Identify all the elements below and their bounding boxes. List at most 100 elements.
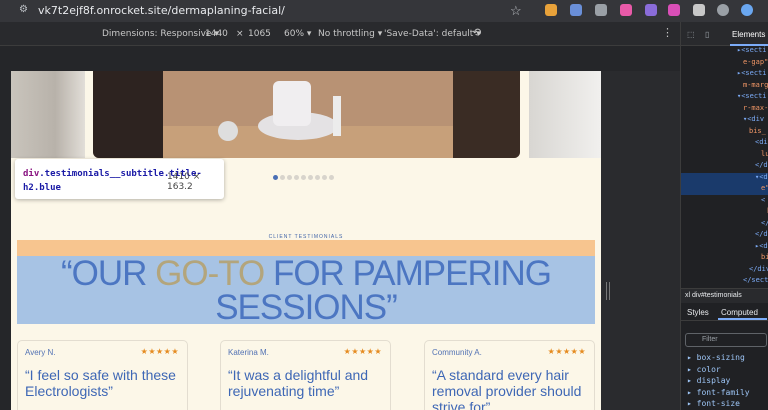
dom-node-line[interactable]: b bbox=[681, 207, 768, 218]
selector-tag: div bbox=[23, 169, 40, 179]
dom-node-line[interactable]: e" bbox=[681, 184, 768, 195]
resize-handle[interactable] bbox=[606, 282, 610, 300]
testimonial-card: Avery N. ★★★★★ “I feel so safe with thes… bbox=[17, 340, 188, 410]
inspect-tooltip: div.testimonials__subtitle.title-h2.blue… bbox=[15, 159, 224, 199]
testimonial-quote: “I feel so safe with these Electrologist… bbox=[25, 367, 176, 399]
viewport: CLIENT TESTIMONIALS “OUR GO-TO FOR PAMPE… bbox=[0, 46, 680, 410]
url-text[interactable]: vk7t2ejf8f.onrocket.site/dermaplaning-fa… bbox=[38, 4, 285, 17]
dom-node-line[interactable]: < bbox=[681, 196, 768, 207]
element-size: 1410 × 163.2 bbox=[167, 172, 201, 192]
title-part1: “OUR bbox=[61, 254, 156, 293]
computed-property[interactable]: ▸ color bbox=[687, 365, 721, 374]
dom-node-line[interactable]: ▸<di bbox=[681, 242, 768, 253]
rotate-icon[interactable]: ⟲ bbox=[472, 26, 481, 39]
save-data-dropdown[interactable]: 'Save-Data': default ▾ bbox=[384, 29, 481, 39]
dom-node-line[interactable]: </d bbox=[681, 161, 768, 172]
extension-icon[interactable] bbox=[668, 4, 680, 16]
slider-image-next[interactable] bbox=[529, 71, 601, 158]
slider-dot[interactable] bbox=[322, 175, 327, 180]
slider-dot[interactable] bbox=[301, 175, 306, 180]
testimonial-card: Community A. ★★★★★ “A standard every hai… bbox=[424, 340, 595, 410]
computed-property[interactable]: ▸ font-family bbox=[687, 388, 750, 397]
save-data-label: 'Save-Data': default bbox=[384, 29, 474, 39]
dom-node-line[interactable]: ▾<di bbox=[681, 172, 768, 184]
dom-node-line[interactable]: bis bbox=[681, 253, 768, 264]
title-part2: FOR PAMPERING SESSIONS” bbox=[215, 254, 552, 327]
dom-node-line[interactable]: ▸<secti bbox=[681, 46, 768, 57]
extension-icon[interactable] bbox=[717, 4, 729, 16]
dimensions-dropdown[interactable]: Dimensions: Responsive ▾ bbox=[102, 29, 219, 39]
slider-dot[interactable] bbox=[280, 175, 285, 180]
slider-dot[interactable] bbox=[273, 175, 278, 180]
tab-styles[interactable]: Styles bbox=[687, 308, 709, 317]
dom-node-line[interactable]: ▾<secti bbox=[681, 92, 768, 103]
dom-node-line[interactable]: m-marg bbox=[681, 81, 768, 92]
extension-icon[interactable] bbox=[595, 4, 607, 16]
slider-dot[interactable] bbox=[308, 175, 313, 180]
bookmark-star-icon[interactable]: ☆ bbox=[510, 3, 522, 19]
times-sign: × bbox=[236, 29, 244, 39]
slider-pagination bbox=[273, 167, 336, 185]
zoom-label: 60% bbox=[284, 29, 305, 39]
slider-dot[interactable] bbox=[294, 175, 299, 180]
dom-node-line[interactable]: ▸<secti bbox=[681, 69, 768, 80]
devtools-panel: ⬚ ▯ Elements ▸<secti e-gap" ▸<secti m-marg ▾… bbox=[680, 22, 768, 410]
throttling-label: No throttling bbox=[318, 29, 375, 39]
slider-image-current[interactable] bbox=[93, 71, 520, 158]
dom-node-line[interactable]: bis_ bbox=[681, 127, 768, 138]
dom-node-line[interactable]: e-gap" bbox=[681, 58, 768, 69]
computed-property[interactable]: ▸ font-size bbox=[687, 399, 740, 408]
reviewer-name: Avery N. bbox=[25, 348, 56, 357]
extension-icon[interactable] bbox=[693, 4, 705, 16]
dom-node-line[interactable]: ▾<div bbox=[681, 115, 768, 126]
extension-icon[interactable] bbox=[545, 4, 557, 16]
viewport-gutter bbox=[601, 71, 680, 410]
rating-stars: ★★★★★ bbox=[140, 347, 179, 356]
dom-node-line[interactable]: </secti bbox=[681, 276, 768, 287]
computed-property[interactable]: ▸ box-sizing bbox=[687, 353, 745, 362]
devtools-tabbar: ⬚ ▯ Elements bbox=[681, 22, 768, 46]
rating-stars: ★★★★★ bbox=[343, 347, 382, 356]
site-info-icon[interactable]: ⚙ bbox=[19, 4, 32, 17]
tab-computed[interactable]: Computed bbox=[721, 308, 758, 317]
dom-node-line[interactable]: </d bbox=[681, 230, 768, 241]
dom-node-line[interactable]: <di bbox=[681, 138, 768, 149]
address-bar: ⚙ vk7t2ejf8f.onrocket.site/dermaplaning-… bbox=[0, 0, 768, 22]
more-options-icon[interactable]: ⋮ bbox=[662, 26, 673, 39]
device-toggle-icon[interactable]: ▯ bbox=[705, 30, 709, 39]
dom-node-line[interactable]: r-max- bbox=[681, 104, 768, 115]
inspect-element-icon[interactable]: ⬚ bbox=[687, 30, 695, 39]
slider-dot[interactable] bbox=[329, 175, 334, 180]
throttling-dropdown[interactable]: No throttling ▾ bbox=[318, 29, 382, 39]
treatment-room-image bbox=[93, 71, 520, 158]
dom-node-line[interactable]: lue bbox=[681, 150, 768, 161]
testimonials-title: “OUR GO-TO FOR PAMPERING SESSIONS” bbox=[17, 254, 595, 327]
dimensions-label: Dimensions: Responsive bbox=[102, 29, 212, 39]
extension-icon[interactable] bbox=[645, 4, 657, 16]
testimonial-quote: “A standard every hair removal provider … bbox=[432, 367, 582, 410]
extension-icon[interactable] bbox=[620, 4, 632, 16]
dom-node-line[interactable]: </div bbox=[681, 265, 768, 276]
page: CLIENT TESTIMONIALS “OUR GO-TO FOR PAMPE… bbox=[11, 71, 601, 410]
reviewer-name: Community A. bbox=[432, 348, 482, 357]
slider-dot[interactable] bbox=[287, 175, 292, 180]
computed-property[interactable]: ▸ display bbox=[687, 376, 730, 385]
testimonial-card: Katerina M. ★★★★★ “It was a delightful a… bbox=[220, 340, 391, 410]
slider-dot[interactable] bbox=[315, 175, 320, 180]
reviewer-name: Katerina M. bbox=[228, 348, 269, 357]
extension-icon[interactable] bbox=[570, 4, 582, 16]
element-selector: div.testimonials__subtitle.title-h2.blue bbox=[23, 167, 202, 195]
height-input[interactable]: 1065 bbox=[248, 29, 271, 39]
tab-elements[interactable]: Elements bbox=[732, 30, 765, 39]
profile-avatar[interactable] bbox=[741, 4, 753, 16]
testimonial-quote: “It was a delightful and rejuvenating ti… bbox=[228, 367, 369, 399]
rating-stars: ★★★★★ bbox=[547, 347, 586, 356]
width-input[interactable]: 1440 bbox=[205, 29, 228, 39]
slider-image-prev[interactable] bbox=[11, 71, 85, 158]
filter-input[interactable]: Filter bbox=[685, 333, 767, 347]
dom-node-line[interactable]: </ bbox=[681, 219, 768, 230]
breadcrumb-path[interactable]: xl div#testimonials bbox=[681, 288, 768, 303]
active-subtab-indicator bbox=[718, 318, 767, 320]
zoom-dropdown[interactable]: 60% ▾ bbox=[284, 29, 311, 39]
device-toolbar: Dimensions: Responsive ▾ 1440 × 1065 60%… bbox=[0, 22, 680, 46]
